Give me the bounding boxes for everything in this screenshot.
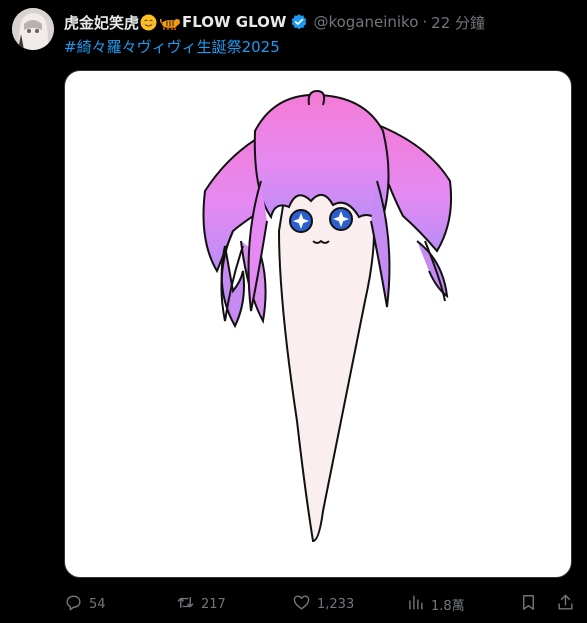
- hashtag-link[interactable]: #綺々羅々ヴィヴィ生誕祭2025: [64, 36, 280, 57]
- timestamp[interactable]: 22 分鐘: [431, 12, 485, 33]
- smiling-face-icon: [140, 14, 157, 31]
- author-name[interactable]: 虎金妃笑虎: [64, 12, 139, 33]
- views-button[interactable]: 1.8萬: [406, 592, 465, 616]
- tweet-image[interactable]: [64, 70, 572, 578]
- bookmark-button[interactable]: [519, 592, 538, 616]
- bookmark-icon: [519, 593, 538, 616]
- reply-icon: [64, 593, 83, 616]
- verified-badge-icon: [290, 13, 308, 31]
- bar-chart-icon: [406, 593, 425, 616]
- author-name-secondary[interactable]: FLOW GLOW: [182, 13, 286, 31]
- repost-button[interactable]: 217: [176, 592, 226, 616]
- character-illustration: [202, 89, 453, 543]
- avatar[interactable]: [12, 8, 54, 50]
- like-count: 1,233: [317, 596, 355, 612]
- separator-dot: ·: [422, 13, 428, 31]
- reply-button[interactable]: 54: [64, 592, 106, 616]
- tweet-actions: 54 217 1,233 1.8萬: [64, 592, 576, 616]
- share-button[interactable]: [556, 592, 575, 616]
- like-button[interactable]: 1,233: [292, 592, 354, 616]
- author-handle[interactable]: @koganeiniko: [313, 13, 418, 31]
- avatar-image: [12, 8, 54, 50]
- tweet-header: 虎金妃笑虎 FLOW GLOW @koganeiniko · 22 分鐘: [64, 11, 485, 33]
- repost-count: 217: [201, 596, 226, 612]
- heart-icon: [292, 593, 311, 616]
- tiger-icon: [159, 14, 181, 31]
- reply-count: 54: [89, 596, 106, 612]
- view-count: 1.8萬: [431, 598, 465, 614]
- share-icon: [556, 593, 575, 616]
- repost-icon: [176, 593, 195, 616]
